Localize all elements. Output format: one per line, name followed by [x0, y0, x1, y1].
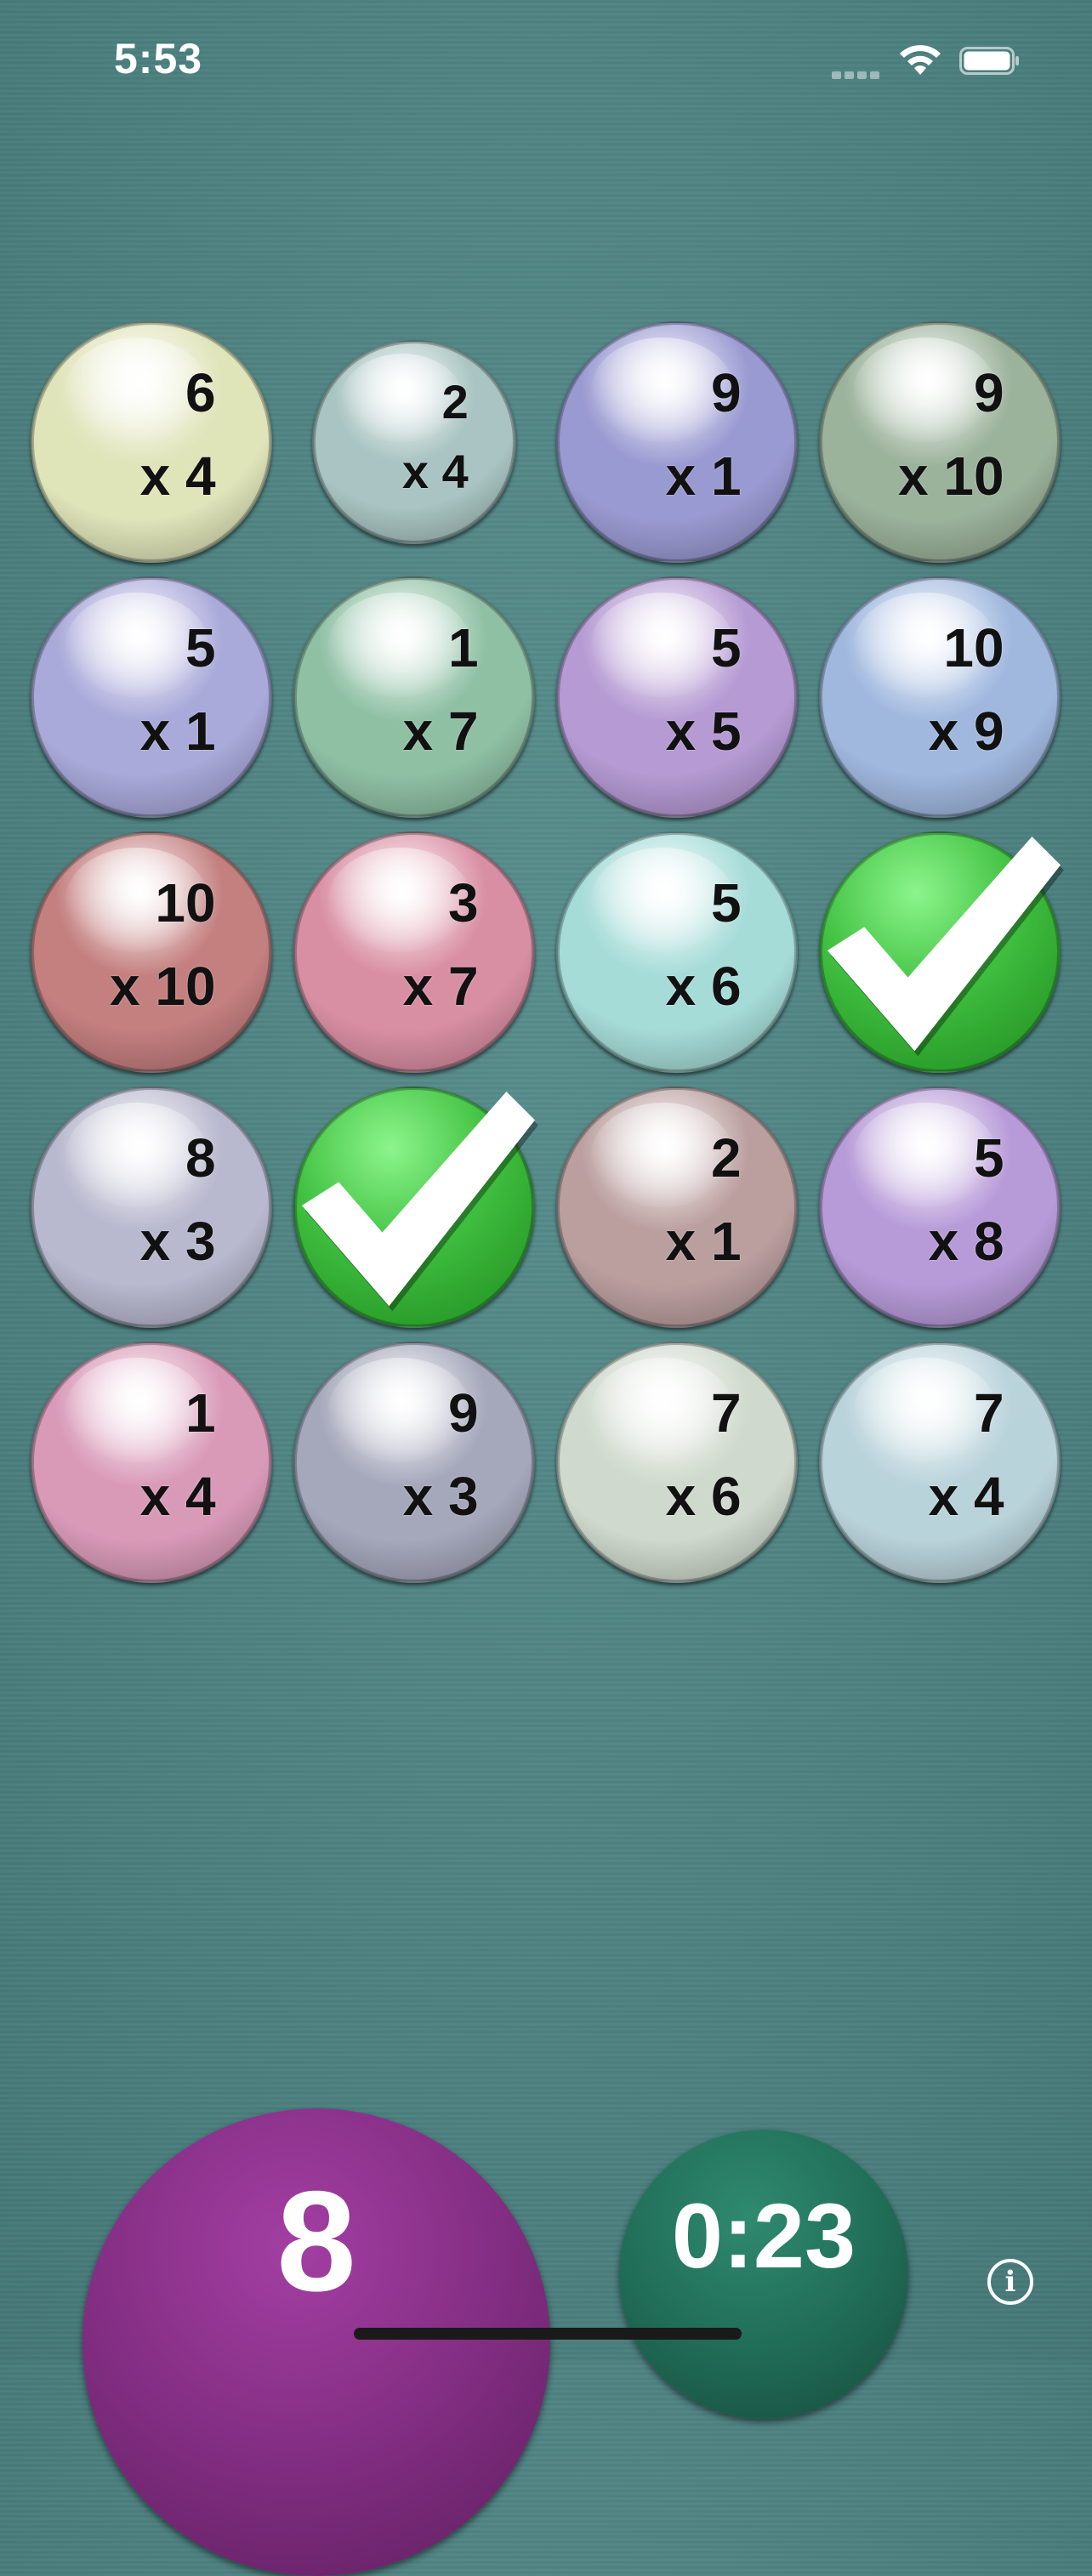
timer-ball: 0:23: [619, 2130, 908, 2419]
multiplicand: 10: [943, 616, 1004, 678]
multiplier: x 4: [139, 1465, 216, 1527]
problem-ball[interactable]: 9 x 10: [819, 321, 1061, 563]
multiplier: x 7: [402, 700, 479, 762]
multiplicand: 7: [711, 1382, 742, 1444]
problem-ball[interactable]: 3x 7: [293, 831, 535, 1073]
multiplicand: 2: [711, 1126, 742, 1189]
problem-ball[interactable]: 1x 7: [293, 576, 535, 818]
multiplier: x 8: [928, 1210, 1004, 1272]
multiplicand: 5: [711, 871, 742, 933]
home-indicator[interactable]: [354, 2328, 742, 2340]
multiplicand: 5: [711, 616, 742, 678]
multiplicand: 8: [185, 1126, 216, 1189]
problem-ball[interactable]: 5x 1: [31, 576, 272, 818]
multiplicand: 9: [711, 361, 742, 423]
multiplier: x 3: [139, 1210, 216, 1272]
multiplier: x 4: [401, 445, 469, 499]
problem-ball[interactable]: 7x 6: [556, 1342, 798, 1583]
solved-ball: [819, 831, 1064, 1073]
problem-ball[interactable]: 2x 4: [312, 340, 516, 544]
multiplier: x 4: [928, 1465, 1004, 1527]
problem-ball[interactable]: 10 x 9: [819, 576, 1061, 818]
checkmark-icon: [827, 836, 1064, 1057]
multiplier: x 10: [898, 445, 1004, 507]
multiplier: x 6: [665, 1465, 742, 1527]
multiplier: x 1: [665, 445, 742, 507]
multiplier: x 7: [402, 955, 479, 1017]
multiplier: x 6: [665, 955, 742, 1017]
problem-grid: 6x 42x 49x 19x 10 5 x 11x 75x 5 10 x 9 10 x 10…: [0, 0, 1092, 1615]
multiplier: x 5: [665, 700, 742, 762]
problem-ball[interactable]: 2x 1: [556, 1087, 798, 1328]
problem-ball[interactable]: 7x 4: [819, 1342, 1061, 1583]
solved-ball: [293, 1087, 538, 1328]
multiplicand: 6: [185, 361, 216, 423]
problem-ball[interactable]: 10 x 10: [31, 831, 272, 1073]
info-icon: i: [1004, 2265, 1016, 2299]
multiplier: x 1: [139, 700, 216, 762]
problem-ball[interactable]: 9x 3: [293, 1342, 535, 1583]
multiplier: x 9: [928, 700, 1004, 762]
timer-value: 0:23: [671, 2184, 856, 2287]
score-ball: 8: [82, 2108, 550, 2576]
multiplicand: 5: [185, 616, 216, 678]
multiplicand: 1: [185, 1382, 216, 1444]
multiplicand: 7: [974, 1382, 1004, 1444]
multiplicand: 9: [448, 1382, 479, 1444]
problem-ball[interactable]: 5x 5: [556, 576, 798, 818]
problem-ball[interactable]: 8x 3: [31, 1087, 272, 1328]
problem-ball[interactable]: 5x 8: [819, 1087, 1061, 1328]
problem-ball[interactable]: 9x 1: [556, 321, 798, 563]
problem-ball[interactable]: 6x 4: [31, 321, 272, 563]
multiplicand: 5: [974, 1126, 1004, 1189]
multiplicand: 10: [155, 871, 216, 933]
multiplicand: 1: [448, 616, 479, 678]
problem-ball[interactable]: 1x 4: [31, 1342, 272, 1583]
multiplier: x 3: [402, 1465, 479, 1527]
checkmark-icon: [301, 1091, 538, 1312]
multiplier: x 4: [139, 445, 216, 507]
multiplicand: 2: [441, 374, 469, 428]
problem-ball[interactable]: 5x 6: [556, 831, 798, 1073]
info-button[interactable]: i: [987, 2259, 1033, 2305]
multiplicand: 9: [974, 361, 1004, 423]
multiplicand: 3: [448, 871, 479, 933]
score-value: 8: [276, 2161, 356, 2321]
multiplier: x 1: [665, 1210, 742, 1272]
multiplier: x 10: [110, 955, 216, 1017]
